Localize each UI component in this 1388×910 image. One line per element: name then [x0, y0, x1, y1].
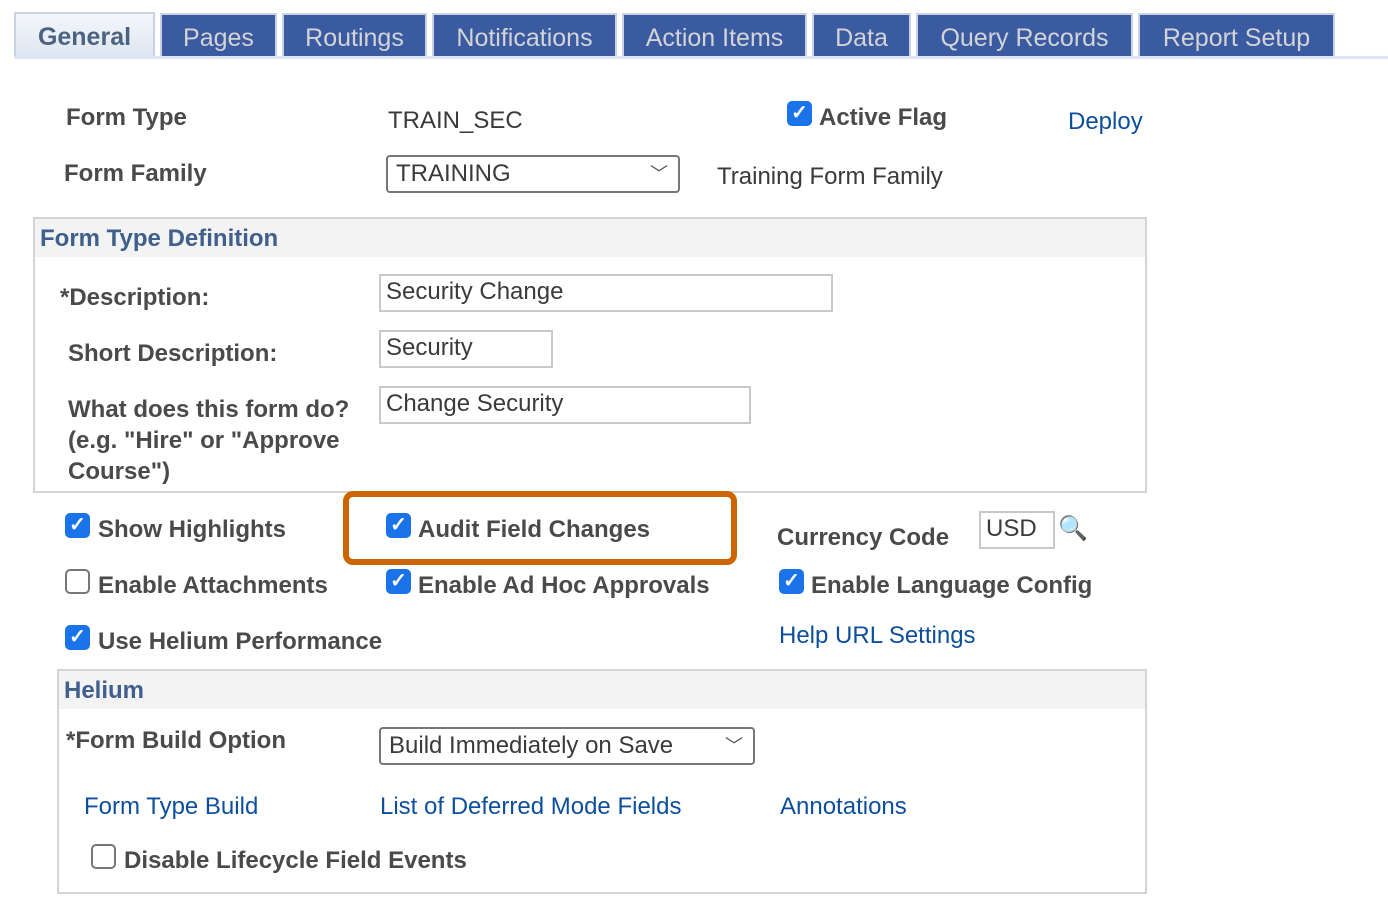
enable-adhoc-checkbox[interactable]: ✓ — [386, 569, 411, 594]
short-description-label: Short Description: — [68, 340, 278, 367]
tab-data[interactable]: Data — [812, 13, 911, 58]
form-family-desc: Training Form Family — [717, 163, 943, 190]
deploy-link[interactable]: Deploy — [1068, 108, 1143, 136]
form-family-select[interactable]: TRAINING ﹀ — [386, 155, 680, 193]
enable-attachments-checkbox[interactable] — [65, 569, 90, 594]
enable-language-label: Enable Language Config — [811, 572, 1093, 599]
tab-routings[interactable]: Routings — [282, 13, 427, 58]
tab-action-items[interactable]: Action Items — [622, 13, 807, 58]
form-build-option-value: Build Immediately on Save — [389, 732, 674, 759]
form-type-label: Form Type — [66, 104, 187, 131]
form-build-option-select[interactable]: Build Immediately on Save ﹀ — [379, 727, 755, 765]
help-url-settings-link[interactable]: Help URL Settings — [779, 622, 976, 650]
currency-code-label: Currency Code — [777, 524, 950, 551]
short-description-input[interactable]: Security — [379, 330, 553, 368]
section-title: Helium — [64, 677, 145, 704]
use-helium-checkbox[interactable]: ✓ — [65, 625, 90, 650]
description-input[interactable]: Security Change — [379, 274, 833, 312]
section-title: Form Type Definition — [40, 225, 279, 252]
tab-query-records[interactable]: Query Records — [916, 13, 1133, 58]
chevron-down-icon: ﹀ — [650, 164, 668, 184]
active-flag-checkbox[interactable]: ✓ — [787, 101, 812, 126]
form-type-value: TRAIN_SEC — [388, 107, 523, 134]
what-input[interactable]: Change Security — [379, 386, 751, 424]
deferred-fields-link[interactable]: List of Deferred Mode Fields — [380, 793, 681, 821]
show-highlights-label: Show Highlights — [98, 516, 286, 543]
form-build-option-label: *Form Build Option — [66, 727, 286, 754]
description-label: *Description: — [60, 284, 210, 311]
what-label-2: (e.g. "Hire" or "Approve — [68, 427, 340, 454]
form-type-build-link[interactable]: Form Type Build — [84, 793, 258, 821]
annotations-link[interactable]: Annotations — [780, 793, 907, 821]
search-icon[interactable]: 🔍 — [1058, 514, 1088, 543]
enable-adhoc-label: Enable Ad Hoc Approvals — [418, 572, 710, 599]
what-label-3: Course") — [68, 458, 171, 485]
use-helium-label: Use Helium Performance — [98, 628, 383, 655]
show-highlights-checkbox[interactable]: ✓ — [65, 513, 90, 538]
currency-code-input[interactable]: USD — [979, 511, 1055, 549]
enable-language-checkbox[interactable]: ✓ — [779, 569, 804, 594]
tab-general[interactable]: General — [14, 12, 155, 57]
active-flag-label: Active Flag — [819, 104, 948, 131]
what-label: What does this form do? — [68, 396, 350, 423]
tab-report-setup[interactable]: Report Setup — [1138, 13, 1335, 58]
tab-notifications[interactable]: Notifications — [432, 13, 617, 58]
enable-attachments-label: Enable Attachments — [98, 572, 328, 599]
disable-lifecycle-checkbox[interactable] — [91, 844, 116, 869]
audit-field-changes-label: Audit Field Changes — [418, 516, 651, 543]
tab-underline — [14, 56, 1388, 59]
disable-lifecycle-label: Disable Lifecycle Field Events — [124, 847, 467, 874]
audit-field-changes-checkbox[interactable]: ✓ — [386, 513, 411, 538]
tab-pages[interactable]: Pages — [160, 13, 277, 58]
form-family-label: Form Family — [64, 160, 207, 187]
form-family-value: TRAINING — [396, 160, 511, 187]
chevron-down-icon: ﹀ — [725, 736, 743, 756]
